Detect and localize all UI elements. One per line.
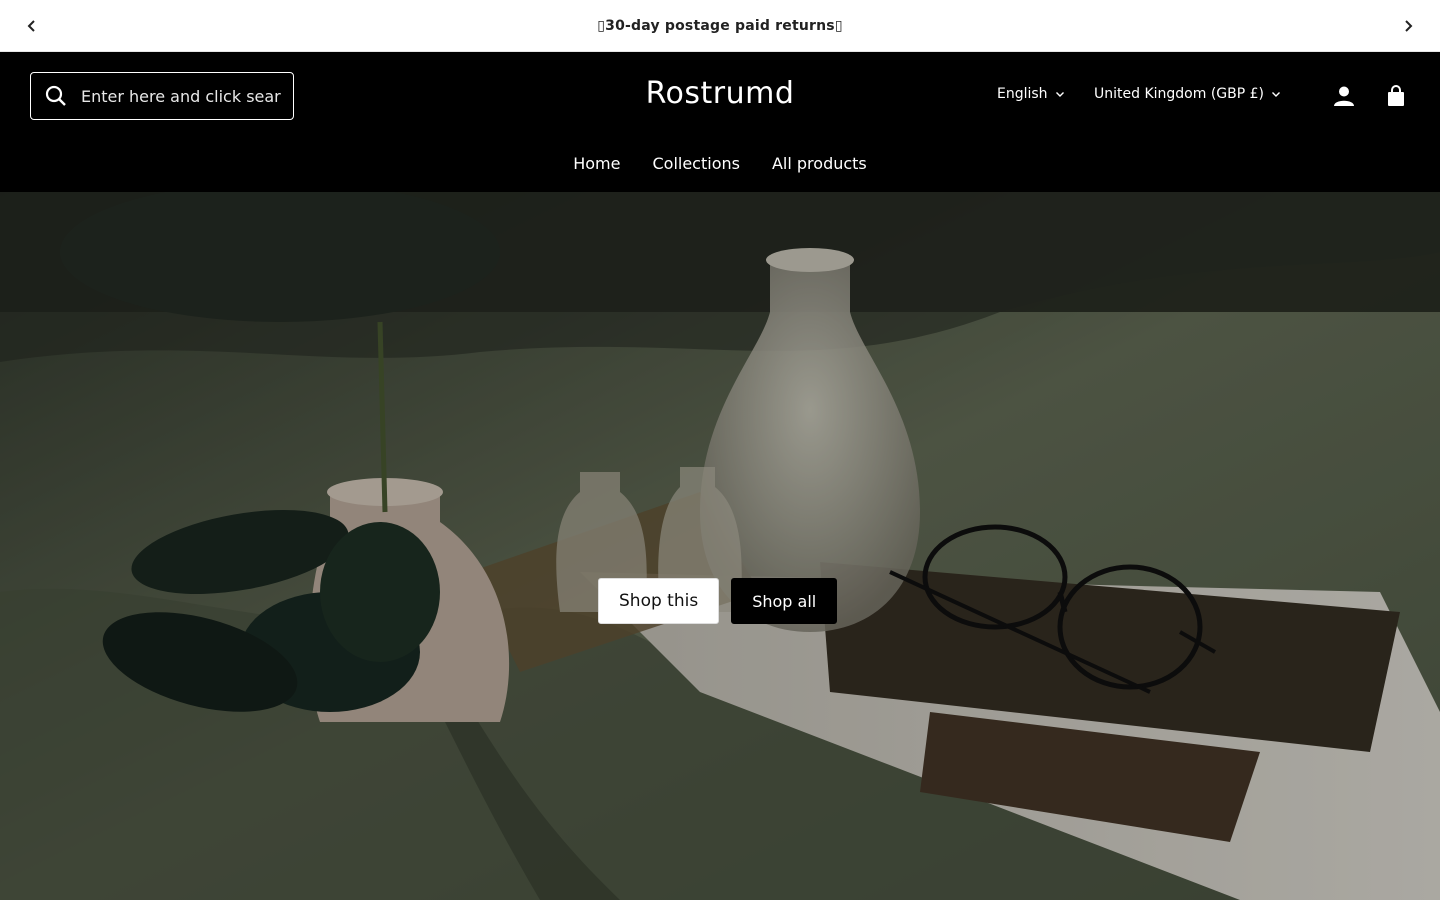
search-input[interactable] xyxy=(81,86,281,106)
nav-home[interactable]: Home xyxy=(573,154,620,173)
account-icon[interactable] xyxy=(1332,84,1356,108)
hero-overlay xyxy=(0,192,1440,900)
chevron-left-icon[interactable] xyxy=(20,14,44,38)
shop-all-button[interactable]: Shop all xyxy=(731,578,838,624)
nav-collections[interactable]: Collections xyxy=(652,154,739,173)
hero-banner: Shop this Shop all xyxy=(0,192,1440,900)
language-selector[interactable]: English xyxy=(997,86,1065,102)
language-label: English xyxy=(997,86,1048,102)
country-label: United Kingdom (GBP £) xyxy=(1094,86,1264,102)
hero-buttons: Shop this Shop all xyxy=(598,578,838,624)
announcement-text: ▯30-day postage paid returns▯ xyxy=(597,17,843,34)
chevron-down-icon xyxy=(1055,89,1065,99)
country-selector[interactable]: United Kingdom (GBP £) xyxy=(1094,86,1281,102)
search-box[interactable] xyxy=(30,72,294,120)
site-header: Rostrumd English United Kingdom (GBP £) … xyxy=(0,52,1440,192)
logo-link[interactable]: Rostrumd xyxy=(646,76,795,111)
shopping-bag-icon[interactable] xyxy=(1384,84,1408,108)
chevron-right-icon[interactable] xyxy=(1396,14,1420,38)
nav-all-products[interactable]: All products xyxy=(772,154,867,173)
shop-this-button[interactable]: Shop this xyxy=(598,578,720,624)
search-icon[interactable] xyxy=(43,83,69,109)
announcement-bar: ▯30-day postage paid returns▯ xyxy=(0,0,1440,52)
main-navigation: Home Collections All products xyxy=(0,154,1440,173)
chevron-down-icon xyxy=(1271,89,1281,99)
